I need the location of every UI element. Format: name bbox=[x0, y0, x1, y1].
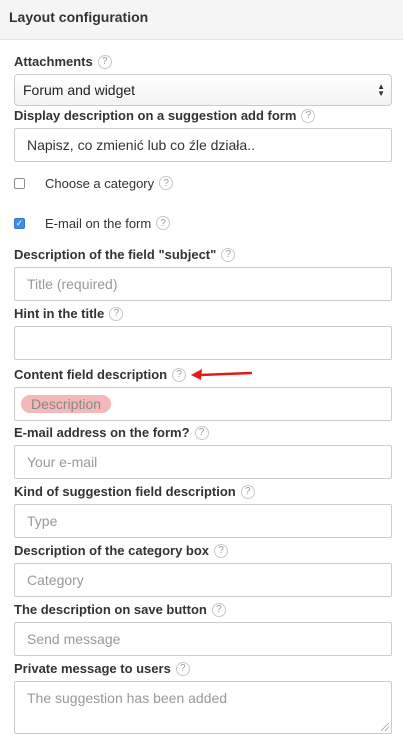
hint-in-title-label: Hint in the title ? bbox=[14, 306, 392, 322]
display-description-label: Display description on a suggestion add … bbox=[14, 108, 392, 124]
help-icon[interactable]: ? bbox=[301, 109, 316, 123]
panel-title: Layout configuration bbox=[9, 9, 149, 25]
chevron-up-down-icon: ▲ ▼ bbox=[377, 82, 385, 98]
private-message-label: Private message to users ? bbox=[14, 661, 392, 677]
choose-category-checkbox[interactable] bbox=[14, 177, 25, 189]
help-icon[interactable]: ? bbox=[109, 307, 124, 321]
red-arrow-icon bbox=[191, 369, 252, 380]
email-on-form-row: ✓ E-mail on the form ? bbox=[14, 215, 392, 231]
help-icon[interactable]: ? bbox=[159, 176, 174, 190]
help-icon[interactable]: ? bbox=[214, 544, 229, 558]
resize-handle[interactable] bbox=[381, 723, 389, 731]
email-address-input[interactable]: Your e-mail bbox=[14, 445, 392, 479]
attachments-label: Attachments ? bbox=[14, 54, 392, 70]
display-description-input[interactable]: Napisz, co zmienić lub co źle działa.. bbox=[14, 128, 392, 162]
highlight-mark: Description bbox=[21, 395, 112, 413]
attachments-select[interactable]: Forum and widget ▲ ▼ bbox=[14, 74, 392, 106]
layout-config-form: Attachments ? Forum and widget ▲ ▼ Displa… bbox=[0, 40, 403, 734]
private-message-textarea[interactable]: The suggestion has been added bbox=[14, 681, 392, 734]
category-box-input[interactable]: Category bbox=[14, 563, 392, 597]
category-box-label: Description of the category box ? bbox=[14, 543, 392, 559]
help-icon[interactable]: ? bbox=[211, 603, 226, 617]
email-on-form-checkbox[interactable]: ✓ bbox=[14, 217, 25, 229]
save-button-description-input[interactable]: Send message bbox=[14, 622, 392, 656]
help-icon[interactable]: ? bbox=[194, 426, 209, 440]
panel-header: Layout configuration bbox=[0, 0, 403, 40]
email-address-label: E-mail address on the form? ? bbox=[14, 425, 392, 441]
hint-in-title-input[interactable] bbox=[14, 326, 392, 360]
subject-description-input[interactable]: Title (required) bbox=[14, 267, 392, 301]
content-description-input[interactable]: Description bbox=[14, 387, 392, 421]
help-icon[interactable]: ? bbox=[175, 662, 190, 676]
subject-description-label: Description of the field "subject" ? bbox=[14, 247, 392, 263]
help-icon[interactable]: ? bbox=[97, 55, 112, 69]
help-icon[interactable]: ? bbox=[156, 216, 171, 230]
save-button-description-label: The description on save button ? bbox=[14, 602, 392, 618]
help-icon[interactable]: ? bbox=[172, 368, 187, 382]
choose-category-row: Choose a category ? bbox=[14, 175, 392, 191]
kind-description-label: Kind of suggestion field description ? bbox=[14, 484, 392, 500]
kind-description-input[interactable]: Type bbox=[14, 504, 392, 538]
check-icon: ✓ bbox=[15, 217, 24, 228]
help-icon[interactable]: ? bbox=[221, 248, 236, 262]
help-icon[interactable]: ? bbox=[240, 485, 255, 499]
